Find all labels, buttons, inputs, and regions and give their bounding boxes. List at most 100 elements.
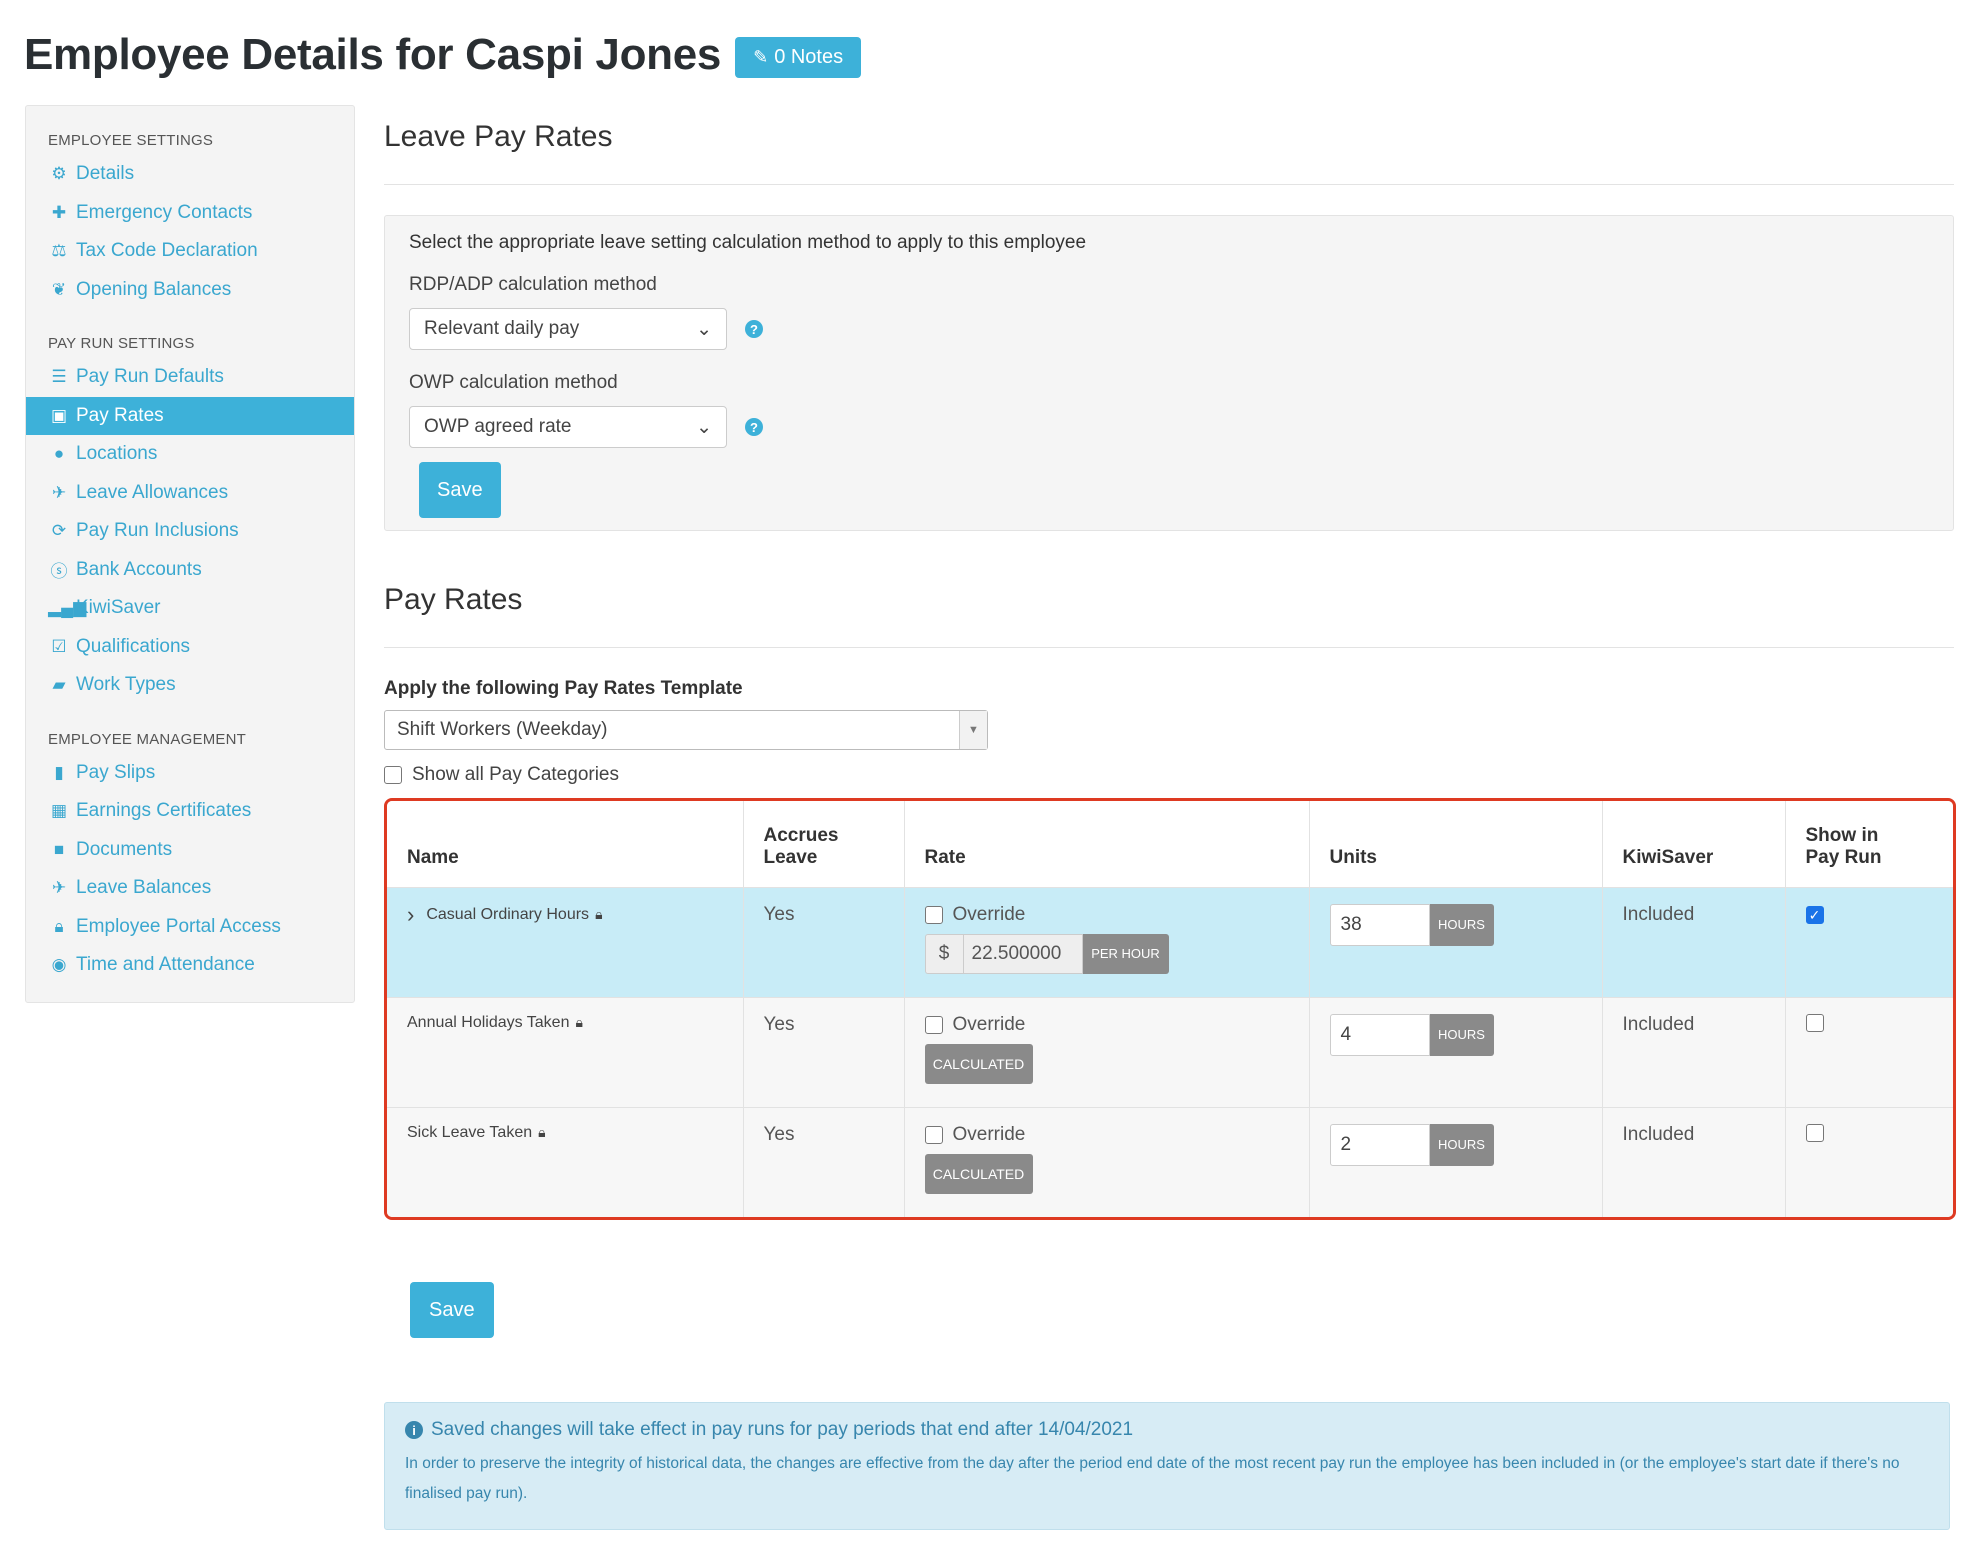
sidebar-item-emergency-contacts[interactable]: ✚ Emergency Contacts — [26, 194, 354, 233]
sidebar-item-leave-balances[interactable]: ✈ Leave Balances — [26, 869, 354, 908]
pay-rates-save-button[interactable]: Save — [410, 1282, 494, 1338]
sidebar-item-pay-rates[interactable]: ▣ Pay Rates — [26, 396, 354, 435]
money-icon: ▣ — [50, 405, 68, 425]
sidebar-item-bank-accounts[interactable]: ⓢ Bank Accounts — [26, 551, 354, 590]
signal-icon: ▂▄▆ — [48, 598, 87, 618]
sidebar-item-label: Leave Allowances — [76, 481, 229, 503]
sidebar-item-label: Time and Attendance — [76, 954, 255, 976]
sidebar-item-employee-portal-access[interactable]: 🔒︎ Employee Portal Access — [26, 908, 354, 947]
table-row: › Casual Ordinary Hours 🔒︎ Yes Override — [387, 887, 1953, 997]
sidebar-item-details[interactable]: ⚙ Details — [26, 155, 354, 194]
sidebar-item-label: Documents — [76, 838, 173, 860]
leave-save-button[interactable]: Save — [419, 462, 501, 518]
page: Employee Details for Caspi Jones ✎ 0 Not… — [0, 0, 1970, 1553]
units-input[interactable]: 4 — [1329, 1013, 1430, 1056]
globe-icon: ● — [53, 444, 65, 464]
column-header-units: Units — [1309, 801, 1603, 887]
rdp-label: RDP/ADP calculation method — [409, 274, 657, 295]
show-in-pay-run-checkbox[interactable]: ✓ — [1805, 906, 1824, 924]
info-alert: i Saved changes will take effect in pay … — [384, 1402, 1950, 1530]
sidebar-item-label: Pay Run Defaults — [76, 366, 224, 388]
sidebar-item-opening-balances[interactable]: ❦ Opening Balances — [26, 271, 354, 310]
scale-icon: ⚖ — [51, 241, 67, 261]
units-input[interactable]: 2 — [1329, 1123, 1430, 1166]
sidebar-item-qualifications[interactable]: ☑ Qualifications — [26, 628, 354, 667]
owp-select[interactable]: OWP agreed rate ⌄ — [409, 406, 727, 448]
sidebar-item-work-types[interactable]: ▰ Work Types — [26, 666, 354, 705]
override-label: Override — [952, 1123, 1026, 1145]
info-icon: i — [405, 1421, 423, 1439]
sidebar-item-documents[interactable]: ■ Documents — [26, 831, 354, 870]
kiwisaver-value: Included — [1622, 1013, 1695, 1035]
template-select-value: Shift Workers (Weekday) — [397, 719, 608, 740]
help-icon[interactable]: ? — [745, 418, 763, 436]
pay-category-name: Sick Leave Taken — [407, 1123, 533, 1141]
plane-icon: ✈ — [51, 878, 67, 898]
sidebar-item-label: KiwiSaver — [76, 597, 161, 619]
divider — [384, 184, 1954, 185]
sidebar-item-pay-slips[interactable]: ▮ Pay Slips — [26, 754, 354, 793]
sidebar-item-locations[interactable]: ● Locations — [26, 435, 354, 474]
override-label: Override — [952, 1013, 1026, 1035]
show-in-pay-run-checkbox[interactable] — [1805, 1013, 1824, 1032]
column-header-rate: Rate — [904, 801, 1310, 887]
pay-category-name: Annual Holidays Taken — [407, 1013, 570, 1031]
accrues-leave-value: Yes — [763, 903, 795, 925]
kiwisaver-value: Included — [1622, 1123, 1695, 1145]
help-icon[interactable]: ? — [745, 320, 763, 338]
units-suffix: HOURS — [1429, 903, 1494, 946]
pay-rates-table-wrapper: Name Accrues Leave Rate Units KiwiSaver S… — [384, 798, 1956, 1220]
info-title: Saved changes will take effect in pay ru… — [431, 1419, 1134, 1440]
leave-intro: Select the appropriate leave setting cal… — [409, 232, 1087, 253]
units-input[interactable]: 38 — [1329, 903, 1430, 946]
sidebar-item-pay-run-inclusions[interactable]: ⟳ Pay Run Inclusions — [26, 512, 354, 551]
show-all-label: Show all Pay Categories — [412, 764, 619, 785]
sidebar-section-title: EMPLOYEE SETTINGS — [48, 132, 214, 149]
sidebar-item-label: Earnings Certificates — [76, 800, 252, 822]
calculated-badge: CALCULATED — [924, 1153, 1033, 1194]
sidebar-item-tax-code-declaration[interactable]: ⚖ Tax Code Declaration — [26, 232, 354, 271]
override-checkbox[interactable] — [924, 1015, 943, 1034]
show-all-checkbox[interactable] — [384, 766, 402, 784]
sidebar-item-label: Opening Balances — [76, 278, 232, 300]
sidebar-item-kiwisaver[interactable]: ▂▄▆ KiwiSaver — [26, 589, 354, 628]
sidebar-item-label: Locations — [76, 443, 158, 465]
plane-icon: ✈ — [51, 482, 67, 502]
sidebar-item-label: Employee Portal Access — [76, 915, 281, 937]
override-checkbox[interactable] — [924, 1125, 943, 1144]
show-in-pay-run-checkbox[interactable] — [1805, 1123, 1824, 1142]
caret-down-icon: ▼ — [959, 711, 987, 749]
rdp-select[interactable]: Relevant daily pay ⌄ — [409, 308, 727, 350]
units-input-group: 2 HOURS — [1329, 1123, 1582, 1166]
bottom-save-wrapper: Save — [410, 1282, 494, 1338]
currency-prefix: $ — [924, 933, 963, 974]
sidebar-item-label: Bank Accounts — [76, 558, 202, 580]
sidebar-item-label: Work Types — [76, 674, 176, 696]
sidebar-item-time-and-attendance[interactable]: ◉ Time and Attendance — [26, 946, 354, 985]
chevron-down-icon: ⌄ — [696, 416, 712, 438]
override-checkbox[interactable] — [924, 905, 943, 924]
sidebar-section-title: EMPLOYEE MANAGEMENT — [48, 730, 247, 748]
sidebar-item-leave-allowances[interactable]: ✈ Leave Allowances — [26, 474, 354, 513]
file-icon: ▮ — [54, 762, 64, 782]
template-select[interactable]: Shift Workers (Weekday) ▼ — [384, 710, 988, 750]
column-header-accrues-leave: Accrues Leave — [743, 801, 905, 887]
sidebar-item-label: Pay Rates — [76, 404, 164, 426]
column-header-units-label: Units — [1329, 846, 1378, 868]
leaf-icon: ❦ — [51, 279, 67, 299]
column-header-kiwisaver: KiwiSaver — [1602, 801, 1786, 887]
sidebar-item-label: Emergency Contacts — [76, 201, 253, 223]
divider — [384, 647, 1954, 648]
main-content: Leave Pay Rates Select the appropriate l… — [384, 120, 1956, 1220]
table-header-row: Name Accrues Leave Rate Units KiwiSaver S… — [387, 801, 1953, 887]
rate-unit-suffix: PER HOUR — [1082, 933, 1169, 974]
pay-rates-table: Name Accrues Leave Rate Units KiwiSaver S… — [387, 801, 1953, 1217]
notes-button[interactable]: ✎ 0 Notes — [735, 36, 862, 78]
gear-icon: ⚙ — [51, 164, 67, 184]
sidebar-item-pay-run-defaults[interactable]: ☰ Pay Run Defaults — [26, 358, 354, 397]
chevron-right-icon[interactable]: › — [407, 903, 414, 926]
column-header-label: Pay Run — [1805, 846, 1882, 868]
sidebar-item-earnings-certificates[interactable]: ▦ Earnings Certificates — [26, 792, 354, 831]
chevron-down-icon: ⌄ — [696, 318, 712, 340]
column-header-kiwisaver-label: KiwiSaver — [1622, 846, 1714, 868]
